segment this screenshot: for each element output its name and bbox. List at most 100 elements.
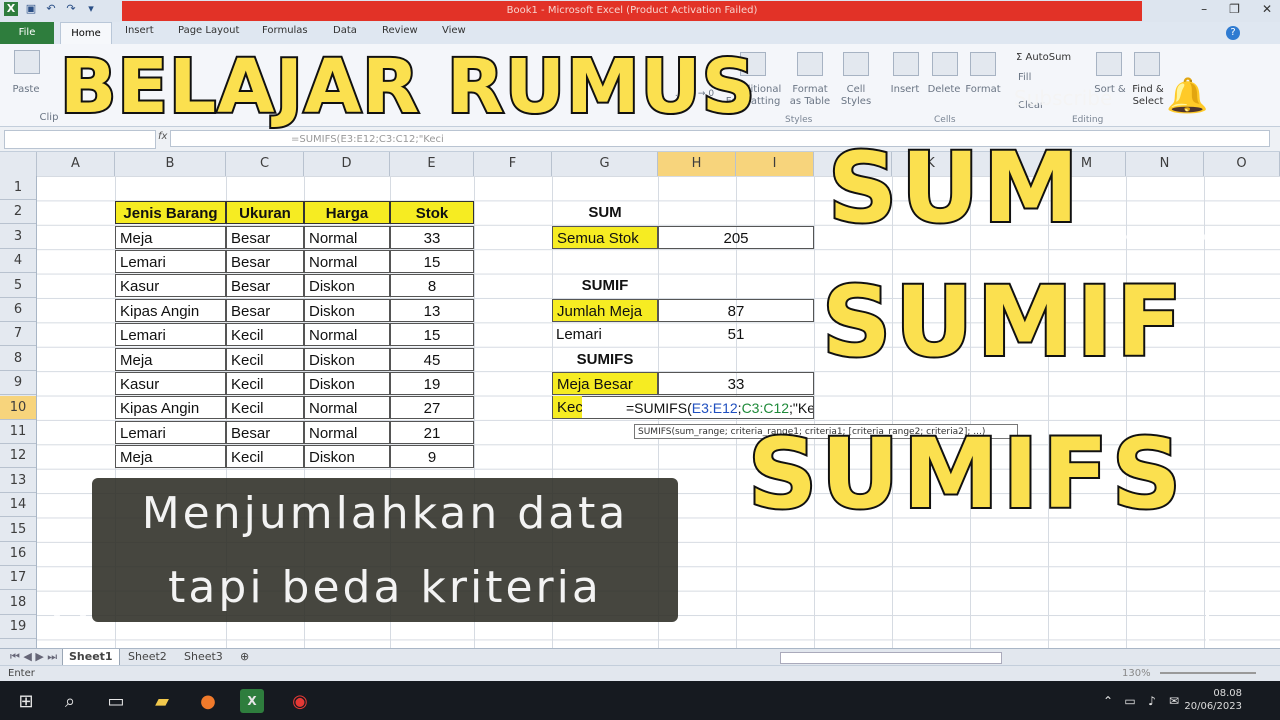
row-header[interactable]: 4 (0, 249, 36, 274)
row-header[interactable]: 2 (0, 200, 36, 225)
meja-besar-value[interactable]: 33 (658, 371, 814, 395)
table-cell[interactable]: 21 (390, 420, 474, 444)
table-cell[interactable]: 45 (390, 347, 474, 371)
row-header[interactable]: 9 (0, 371, 36, 396)
jumlah-meja-value[interactable]: 87 (658, 298, 814, 322)
insert-cells-label[interactable]: Insert (885, 84, 925, 96)
zoom-level[interactable]: 130% (1122, 666, 1151, 681)
semua-stok-value[interactable]: 205 (658, 225, 814, 249)
tab-page-layout[interactable]: Page Layout (178, 25, 239, 36)
table-cell[interactable]: Kipas Angin (115, 396, 226, 420)
editing-label-cell[interactable]: Kec (552, 396, 582, 420)
table-cell[interactable]: Besar (226, 225, 304, 249)
sumif-title[interactable]: SUMIF (552, 274, 658, 297)
sheet-tab-sheet2[interactable]: Sheet2 (122, 649, 173, 665)
help-icon[interactable]: ? (1226, 26, 1240, 40)
autosum-button[interactable]: Σ AutoSum (1016, 52, 1086, 64)
firefox-icon[interactable]: ● (196, 689, 220, 713)
sumifs-title[interactable]: SUMIFS (552, 348, 658, 371)
lemari-label[interactable]: Lemari (552, 323, 658, 346)
zoom-slider[interactable] (1160, 672, 1256, 674)
sheet-tab-sheet1[interactable]: Sheet1 (62, 649, 120, 666)
row-header[interactable]: 8 (0, 347, 36, 371)
format-cells-icon[interactable] (970, 52, 996, 76)
table-cell[interactable]: Kecil (226, 445, 304, 469)
row-header[interactable]: 19 (0, 615, 36, 640)
tab-home[interactable]: Home (60, 22, 112, 44)
table-cell[interactable]: Lemari (115, 420, 226, 444)
format-as-table-icon[interactable] (797, 52, 823, 76)
table-cell[interactable]: Meja (115, 445, 226, 469)
paste-icon[interactable] (14, 50, 40, 74)
column-header[interactable]: A (37, 152, 115, 176)
table-cell[interactable]: Meja (115, 347, 226, 371)
redo-icon[interactable]: ↷ (64, 2, 78, 16)
table-cell[interactable]: Kecil (226, 323, 304, 347)
row-header[interactable]: 6 (0, 298, 36, 322)
row-header[interactable]: 3 (0, 225, 36, 249)
jumlah-meja-label[interactable]: Jumlah Meja (552, 298, 658, 322)
table-cell[interactable]: Normal (304, 225, 390, 249)
column-header[interactable]: N (1126, 152, 1204, 176)
taskbar-clock[interactable]: 08.08 20/06/2023 (1184, 687, 1242, 713)
table-cell[interactable]: Normal (304, 420, 390, 444)
table-cell[interactable]: 8 (390, 274, 474, 298)
save-icon[interactable]: ▣ (24, 2, 38, 16)
table-header[interactable]: Harga (304, 201, 390, 224)
row-header[interactable]: 10 (0, 395, 36, 420)
sum-title[interactable]: SUM (552, 201, 658, 224)
lemari-value[interactable]: 51 (658, 323, 814, 346)
formula-input[interactable]: =SUMIFS(E3:E12;C3:C12;"Keci (170, 130, 1270, 147)
table-cell[interactable]: Diskon (304, 445, 390, 469)
tab-file[interactable]: File (0, 22, 54, 44)
table-cell[interactable]: Kasur (115, 274, 226, 298)
semua-stok-label[interactable]: Semua Stok (552, 225, 658, 249)
table-cell[interactable]: 19 (390, 371, 474, 395)
restore-icon[interactable]: ❐ (1229, 2, 1240, 16)
sheet-nav-arrows-icon[interactable]: ⏮ ◀ ▶ ⏭ (4, 649, 63, 665)
table-cell[interactable]: Diskon (304, 371, 390, 395)
table-cell[interactable]: 13 (390, 298, 474, 322)
row-header[interactable]: 11 (0, 420, 36, 444)
notification-icon[interactable]: ✉ (1162, 689, 1186, 713)
table-cell[interactable]: Normal (304, 396, 390, 420)
table-header[interactable]: Ukuran (226, 201, 304, 224)
find-select-label[interactable]: Find & (1128, 84, 1168, 96)
row-header[interactable]: 18 (0, 591, 36, 615)
column-header[interactable]: F (474, 152, 552, 176)
search-icon[interactable]: ⌕ (58, 689, 82, 713)
close-icon[interactable]: ✕ (1262, 2, 1272, 16)
row-header[interactable]: 7 (0, 322, 36, 347)
delete-cells-icon[interactable] (932, 52, 958, 76)
file-explorer-icon[interactable]: ▰ (150, 689, 174, 713)
row-header[interactable]: 13 (0, 469, 36, 493)
tray-chevron-icon[interactable]: ⌃ (1096, 689, 1120, 713)
table-cell[interactable]: Meja (115, 225, 226, 249)
column-header[interactable]: B (115, 152, 226, 176)
undo-icon[interactable]: ↶ (44, 2, 58, 16)
cell-styles-label[interactable]: Cell Styles (835, 84, 877, 108)
row-header[interactable]: 12 (0, 444, 36, 469)
table-header[interactable]: Stok (390, 201, 474, 224)
table-cell[interactable]: Kasur (115, 371, 226, 395)
format-cells-label[interactable]: Format (962, 84, 1004, 96)
windows-start-icon[interactable]: ⊞ (14, 689, 38, 713)
column-header[interactable]: G (552, 152, 658, 176)
table-cell[interactable]: Normal (304, 249, 390, 273)
table-cell[interactable]: Besar (226, 274, 304, 298)
table-cell[interactable]: Besar (226, 420, 304, 444)
sort-filter-icon[interactable] (1096, 52, 1122, 76)
row-header[interactable]: 5 (0, 274, 36, 298)
row-header[interactable]: 1 (0, 176, 36, 200)
fill-button[interactable]: Fill (1018, 72, 1058, 84)
insert-sheet-icon[interactable]: ⊕ (234, 649, 255, 665)
table-cell[interactable]: 15 (390, 323, 474, 347)
column-header[interactable]: O (1204, 152, 1280, 176)
customize-qat-icon[interactable]: ▾ (84, 2, 98, 16)
table-cell[interactable]: Kipas Angin (115, 298, 226, 322)
cell-styles-icon[interactable] (843, 52, 869, 76)
sheet-tab-sheet3[interactable]: Sheet3 (178, 649, 229, 665)
find-select-icon[interactable] (1134, 52, 1160, 76)
fx-icon[interactable]: fx (158, 131, 167, 142)
meja-besar-label[interactable]: Meja Besar (552, 371, 658, 395)
